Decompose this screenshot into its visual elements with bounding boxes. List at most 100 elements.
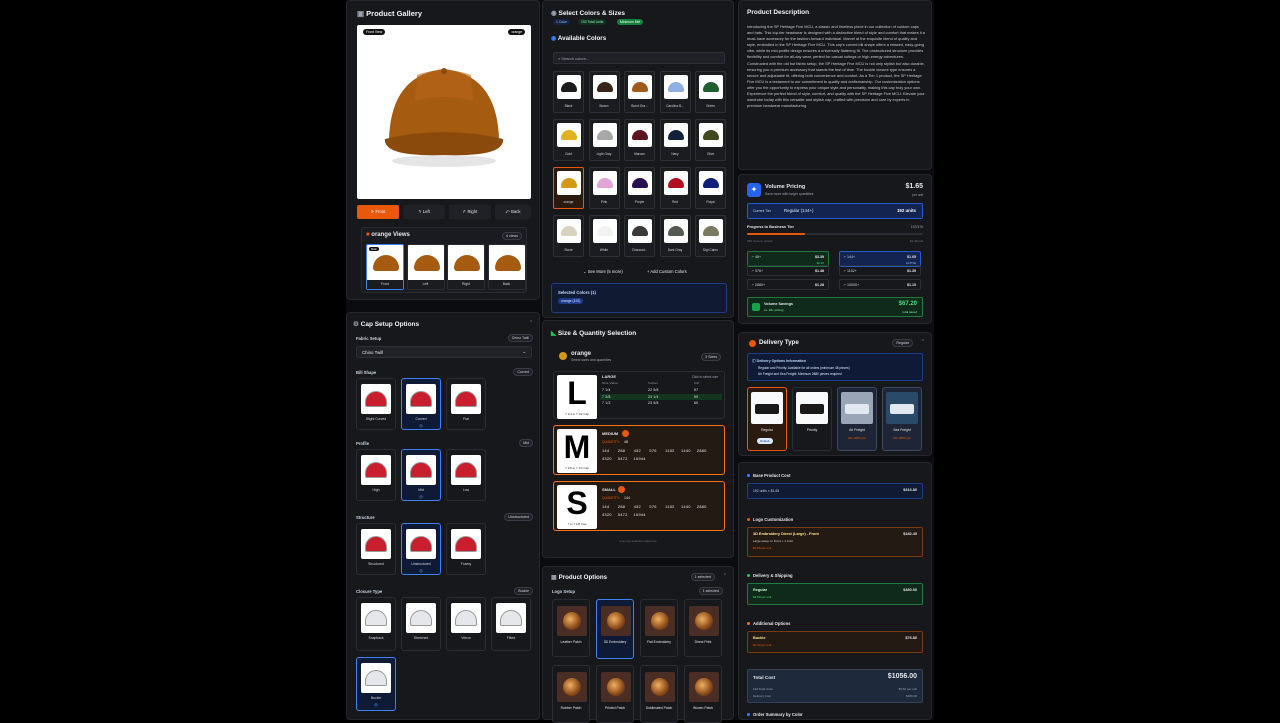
quantity-tier-option[interactable]: 144 xyxy=(602,448,609,453)
delivery-option[interactable]: Sea Freight Min 2880 pcs xyxy=(882,387,922,451)
logo-option[interactable]: Leather Patch xyxy=(552,599,590,657)
quantity-tier-option[interactable]: 1440 xyxy=(681,504,691,509)
color-swatch[interactable]: Black xyxy=(553,71,584,113)
quantity-tier-option[interactable]: 10944 xyxy=(634,456,646,461)
quantity-tier-option[interactable]: 1152 xyxy=(665,504,674,509)
bill-option[interactable]: Curved ◎ xyxy=(401,378,441,430)
delivery-option[interactable]: Regular Default xyxy=(747,387,787,451)
closure-option[interactable]: Buckle ◎ xyxy=(356,657,396,711)
quantity-tier-option[interactable]: 576 xyxy=(649,504,656,509)
color-search-input[interactable]: ⌕ Search colors... xyxy=(553,52,725,64)
quantity-tier-option[interactable]: 576 xyxy=(649,448,656,453)
size-table-cell[interactable]: 7 1/4 xyxy=(602,388,611,392)
quantity-tier-option[interactable]: 10944 xyxy=(634,512,646,517)
logo-option[interactable]: Flat Embroidery xyxy=(640,599,678,657)
profile-option[interactable]: Low xyxy=(446,449,486,501)
bill-option[interactable]: Flat xyxy=(446,378,486,430)
view-back-button[interactable]: ⤺ Back xyxy=(495,205,531,219)
quantity-tier-option[interactable]: 5472 xyxy=(618,512,628,517)
quantity-tier-option[interactable]: 5472 xyxy=(618,456,628,461)
quantity-tier-option[interactable]: 4320 xyxy=(602,456,612,461)
main-product-image[interactable]: Front View orange xyxy=(357,25,531,199)
view-thumbnail[interactable]: Right xyxy=(447,244,485,290)
color-swatch[interactable]: orange xyxy=(553,167,584,209)
color-swatch[interactable]: Charcoal... xyxy=(624,215,655,257)
profile-option[interactable]: Mid ◎ xyxy=(401,449,441,501)
collapse-chevron-icon[interactable]: ⌃ xyxy=(529,320,533,326)
view-front-button[interactable]: ⟳ Front xyxy=(357,205,399,219)
quantity-tier-option[interactable]: 288 xyxy=(618,448,625,453)
color-swatch[interactable]: Pink xyxy=(588,167,620,209)
size-large-row[interactable]: L7 1/4 to 7 1/2 Cap LARGE Click to selec… xyxy=(553,371,725,419)
closure-option[interactable]: Stretched xyxy=(401,597,441,651)
delivery-option[interactable]: Air Freight Min 2880 pcs xyxy=(837,387,877,451)
profile-option[interactable]: High xyxy=(356,449,396,501)
logo-option[interactable]: 3D Embroidery xyxy=(596,599,634,659)
logo-option[interactable]: Printed Patch xyxy=(596,665,634,723)
quantity-tier-option[interactable]: 432 xyxy=(634,504,641,509)
structure-option[interactable]: Foamy xyxy=(446,523,486,575)
cap-style-image xyxy=(361,455,391,485)
quantity-tier-option[interactable]: 2880 xyxy=(697,504,707,509)
color-swatch[interactable]: Red xyxy=(659,167,691,209)
quantity-tier-option[interactable]: 1440 xyxy=(681,448,691,453)
view-thumbnail[interactable]: Left xyxy=(406,244,445,290)
structure-option[interactable]: Unstructured ◎ xyxy=(401,523,441,575)
color-swatch[interactable]: Navy xyxy=(659,119,691,161)
view-thumbnail[interactable]: Back xyxy=(487,244,526,290)
savings-label: Volume Savings xyxy=(764,302,794,306)
delivery-option[interactable]: Priority xyxy=(792,387,832,451)
color-swatch[interactable]: Dark Gray xyxy=(659,215,691,257)
view-left-button[interactable]: ↰ Left xyxy=(403,205,445,219)
quantity-tier-option[interactable]: 144 xyxy=(602,504,609,509)
color-swatch[interactable]: Green xyxy=(695,71,726,113)
cap-icon xyxy=(365,610,387,626)
structure-option[interactable]: Structured xyxy=(356,523,396,575)
logo-option[interactable]: Sublimated Patch xyxy=(640,665,678,723)
color-swatch[interactable]: Burnt Ora... xyxy=(624,71,655,113)
view-thumbnail[interactable]: Main Front xyxy=(366,244,404,290)
collapse-chevron-icon[interactable]: ⌃ xyxy=(921,339,925,345)
logo-option[interactable]: Woven Patch xyxy=(684,665,722,723)
view-right-button[interactable]: ↱ Right xyxy=(449,205,491,219)
size-table-cell[interactable]: 23 5/8 xyxy=(648,401,659,405)
logo-option[interactable]: Rubber Patch xyxy=(552,665,590,723)
color-swatch[interactable]: Brown xyxy=(588,71,620,113)
size-table-cell[interactable]: 23 1/4 xyxy=(648,395,659,399)
color-swatch[interactable]: Digi Camo xyxy=(695,215,726,257)
size-table-cell[interactable]: 22 5/8 xyxy=(648,388,659,392)
size-table-cell[interactable]: 7 3/8 xyxy=(602,395,611,399)
quantity-tier-option[interactable]: 2880 xyxy=(697,448,707,453)
size-table-cell[interactable]: 60 xyxy=(694,401,698,405)
quantity-tier-option[interactable]: 1152 xyxy=(665,448,674,453)
color-swatch[interactable]: Light Gray xyxy=(588,119,620,161)
selected-color-chip[interactable]: orange (192) xyxy=(558,298,584,304)
small-qty-value[interactable]: 144 xyxy=(624,496,630,500)
size-small-row[interactable]: S7 to 7 1/8 Cap SMALL QUANTITY: 144 144 2… xyxy=(553,481,725,531)
collapse-chevron-icon[interactable]: ⌃ xyxy=(723,573,727,579)
quantity-tier-option[interactable]: 288 xyxy=(618,504,625,509)
size-table-cell[interactable]: 57 xyxy=(694,388,698,392)
size-table-cell[interactable]: 7 1/2 xyxy=(602,401,611,405)
logo-option[interactable]: Direct Print xyxy=(684,599,722,657)
size-medium-row[interactable]: M7 1/8 to 7 1/4 Cap MEDIUM QUANTITY: 48 … xyxy=(553,425,725,475)
closure-option[interactable]: Snapback xyxy=(356,597,396,651)
color-swatch[interactable]: Olive xyxy=(695,119,726,161)
add-custom-colors-button[interactable]: + Add Custom Colors xyxy=(647,269,687,274)
color-swatch[interactable]: Carolina B... xyxy=(659,71,691,113)
color-swatch[interactable]: Royal xyxy=(695,167,726,209)
medium-qty-value[interactable]: 48 xyxy=(624,440,628,444)
color-swatch[interactable]: Maroon xyxy=(624,119,655,161)
size-table-cell[interactable]: 59 xyxy=(694,395,698,399)
color-swatch[interactable]: Purple xyxy=(624,167,655,209)
color-swatch[interactable]: White xyxy=(588,215,620,257)
quantity-tier-option[interactable]: 432 xyxy=(634,448,641,453)
quantity-tier-option[interactable]: 4320 xyxy=(602,512,612,517)
closure-option[interactable]: Velcro xyxy=(446,597,486,651)
color-swatch[interactable]: Stone xyxy=(553,215,584,257)
fabric-select[interactable]: Chino Twill ⌄ xyxy=(356,346,532,358)
see-more-button[interactable]: ⌄ See More (5 more) xyxy=(583,269,623,274)
bill-option[interactable]: Slight Curved xyxy=(356,378,396,430)
closure-option[interactable]: Fitted xyxy=(491,597,531,651)
color-swatch[interactable]: Gold xyxy=(553,119,584,161)
